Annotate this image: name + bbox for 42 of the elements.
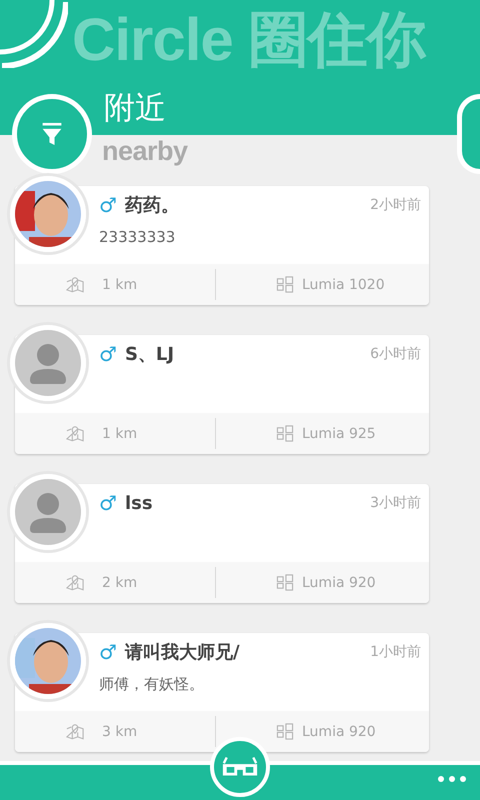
user-name: S、LJ: [124, 343, 174, 366]
logo-icon: [0, 0, 68, 68]
distance-label: 1 km: [102, 276, 138, 292]
page-title: 附近: [104, 89, 166, 128]
device-label: Lumia 925: [302, 426, 376, 442]
distance-label: 2 km: [102, 574, 138, 590]
device-label: Lumia 1020: [302, 276, 385, 292]
male-sign: ♂: [99, 640, 117, 664]
windows-icon: [276, 723, 294, 740]
page-subtitle: nearby: [102, 135, 189, 167]
post-time: 3小时前: [370, 494, 421, 512]
windows-icon: [276, 276, 294, 293]
side-button[interactable]: [457, 94, 480, 174]
device-label: Lumia 920: [302, 574, 376, 590]
distance-label: 3 km: [102, 724, 138, 740]
map-icon: [66, 723, 84, 740]
user-name: lss: [124, 492, 153, 514]
person-card[interactable]: ♂ 请叫我大师兄/ 1小时前 师傅，有妖怪。 3 km Lumia 920: [15, 633, 429, 752]
male-sign: ♂: [99, 342, 117, 366]
male-sign: ♂: [99, 193, 117, 217]
avatar-icon: [15, 330, 81, 396]
post-time: 6小时前: [370, 345, 421, 363]
person-card[interactable]: ♂ S、LJ 6小时前 1 km Lumia 925: [15, 335, 429, 454]
person-card[interactable]: ♂ 药药。 2小时前 23333333 1 km Lumia 1020: [15, 186, 429, 305]
person-card[interactable]: ♂ lss 3小时前 2 km Lumia 920: [15, 484, 429, 603]
map-icon: [66, 574, 84, 591]
user-name: 请叫我大师兄/: [124, 641, 240, 664]
avatar-icon: [15, 479, 81, 545]
male-sign: ♂: [99, 491, 117, 515]
post-time: 2小时前: [370, 196, 421, 214]
distance-label: 1 km: [102, 426, 138, 442]
app-title: Circle 圈住你: [72, 5, 426, 75]
device-label: Lumia 920: [302, 724, 376, 740]
user-name: 药药。: [124, 194, 179, 217]
map-icon: [66, 425, 84, 442]
status-message: 23333333: [99, 228, 176, 246]
more-icon[interactable]: [436, 774, 468, 784]
map-icon: [66, 276, 84, 293]
windows-icon: [276, 574, 294, 591]
post-time: 1小时前: [370, 643, 421, 661]
status-message: 师傅，有妖怪。: [99, 675, 205, 694]
windows-icon: [276, 425, 294, 442]
